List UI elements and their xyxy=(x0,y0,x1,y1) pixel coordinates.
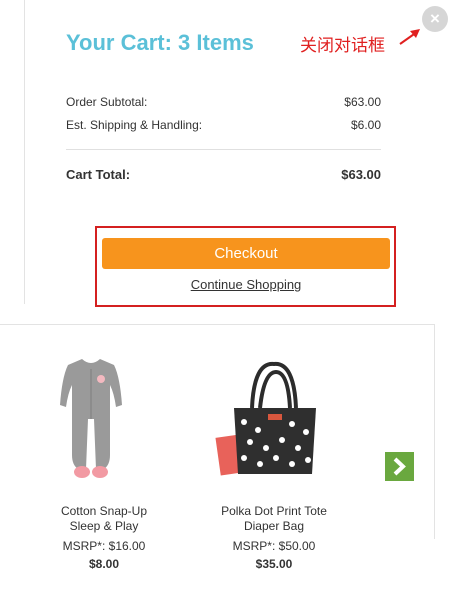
subtotal-label: Order Subtotal: xyxy=(66,95,148,109)
product-image-tote[interactable] xyxy=(212,360,332,480)
product-msrp: MSRP*: $50.00 xyxy=(232,539,316,553)
continue-shopping-link[interactable]: Continue Shopping xyxy=(102,277,390,292)
next-arrow-icon xyxy=(393,457,406,476)
product-card[interactable]: Cotton Snap-Up Sleep & Play MSRP*: $16.0… xyxy=(29,504,179,572)
summary-divider xyxy=(66,149,381,150)
checkout-button[interactable]: Checkout xyxy=(102,238,390,269)
product-name-line2: Sleep & Play xyxy=(69,519,139,533)
cart-total-value: $63.00 xyxy=(341,167,381,182)
subtotal-value: $63.00 xyxy=(344,95,381,109)
close-dialog-annotation: 关闭对话框 xyxy=(300,36,385,56)
cart-title: Your Cart: 3 Items xyxy=(66,30,254,55)
shipping-label: Est. Shipping & Handling: xyxy=(66,118,203,132)
annotation-arrow-icon xyxy=(399,29,420,45)
product-name-line1: Cotton Snap-Up xyxy=(60,504,148,518)
product-price: $35.00 xyxy=(255,557,293,571)
product-name-line2: Diaper Bag xyxy=(243,519,305,533)
product-image-sleeper[interactable] xyxy=(58,355,124,480)
close-button[interactable]: × xyxy=(422,6,448,32)
shipping-value: $6.00 xyxy=(350,118,381,132)
carousel-next-button[interactable] xyxy=(385,452,414,481)
close-icon: × xyxy=(430,9,440,28)
product-price: $8.00 xyxy=(88,557,120,571)
product-name-line1: Polka Dot Print Tote xyxy=(221,504,327,518)
cart-total-label: Cart Total: xyxy=(66,167,131,182)
product-msrp: MSRP*: $16.00 xyxy=(62,539,146,553)
product-card[interactable]: Polka Dot Print Tote Diaper Bag MSRP*: $… xyxy=(199,504,349,572)
